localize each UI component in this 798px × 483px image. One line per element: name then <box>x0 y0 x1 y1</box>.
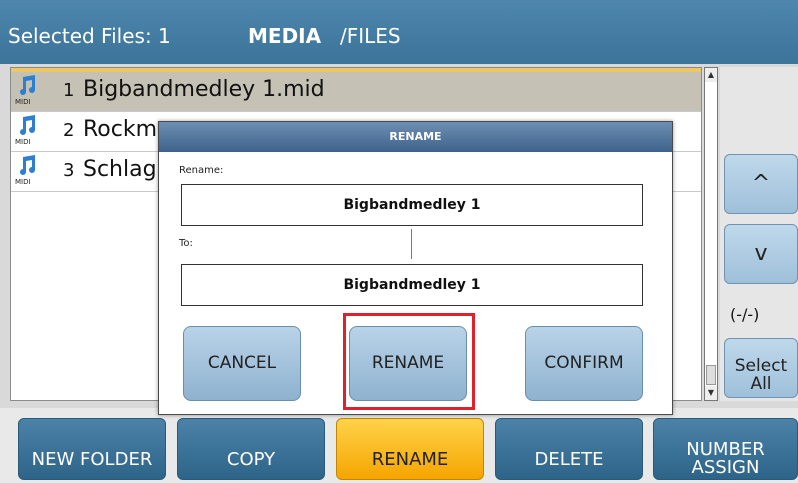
file-name: Bigbandmedley 1.mid <box>83 77 325 102</box>
music-note-icon: MIDI <box>15 154 39 186</box>
number-assign-button[interactable]: NUMBER ASSIGN <box>653 418 798 480</box>
scroll-thumb[interactable] <box>706 365 716 385</box>
text-caret <box>411 229 412 259</box>
new-folder-button[interactable]: NEW FOLDER <box>18 418 166 480</box>
page-down-button[interactable]: v <box>724 224 798 284</box>
file-number: 2 <box>63 120 75 141</box>
file-name: Rockm <box>83 117 158 142</box>
path-label: /FILES <box>340 24 401 48</box>
cancel-button[interactable]: CANCEL <box>183 326 301 401</box>
selected-files-count: Selected Files: 1 <box>8 24 171 48</box>
header-bar: Selected Files: 1 MEDIA /FILES <box>0 0 798 64</box>
delete-button[interactable]: DELETE <box>495 418 643 480</box>
select-all-button[interactable]: Select All <box>724 338 798 398</box>
rename-field[interactable]: Bigbandmedley 1 <box>181 184 643 226</box>
confirm-button[interactable]: CONFIRM <box>525 326 643 401</box>
rename-button-highlight <box>343 313 475 410</box>
list-item[interactable]: MIDI 1 Bigbandmedley 1.mid <box>11 68 701 112</box>
file-name: Schlag <box>83 157 157 182</box>
scroll-down-icon[interactable]: ▼ <box>705 386 717 400</box>
file-number: 1 <box>63 80 75 101</box>
music-note-icon: MIDI <box>15 114 39 146</box>
music-note-icon: MIDI <box>15 74 39 106</box>
file-number: 3 <box>63 160 75 181</box>
page-up-button[interactable]: ^ <box>724 154 798 214</box>
rename-tab-button[interactable]: RENAME <box>336 418 484 480</box>
to-label: To: <box>179 238 193 249</box>
list-scrollbar[interactable]: ▲ ▼ <box>704 67 718 401</box>
to-field[interactable]: Bigbandmedley 1 <box>181 264 643 306</box>
dialog-title: RENAME <box>159 122 672 152</box>
page-indicator: (-/-) <box>730 305 760 324</box>
copy-button[interactable]: COPY <box>177 418 325 480</box>
rename-label: Rename: <box>179 165 224 176</box>
scroll-up-icon[interactable]: ▲ <box>705 68 717 82</box>
location-label: MEDIA <box>248 24 322 48</box>
